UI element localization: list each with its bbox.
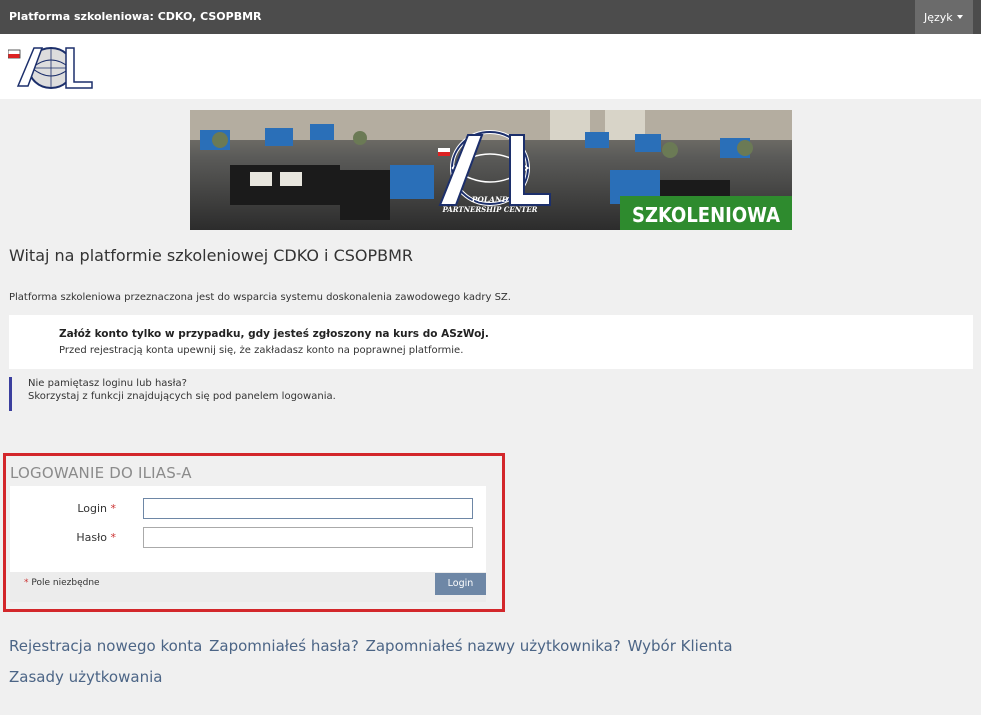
login-button[interactable]: Login [435,573,486,595]
password-label: Hasło * [76,531,116,544]
banner-image: POLAND PARTNERSHIP CENTER SZKOLENIOWA [190,110,792,230]
client-select-link[interactable]: Wybór Klienta [628,637,733,655]
login-heading: LOGOWANIE DO ILIAS-A [10,464,192,482]
welcome-heading: Witaj na platformie szkoleniowej CDKO i … [9,246,414,265]
logo-bar [0,34,981,99]
language-dropdown[interactable]: Język [915,0,973,34]
banner-subtitle-line2: PARTNERSHIP CENTER [442,205,538,214]
login-form: Login * Hasło * [10,486,486,572]
site-title: Platforma szkoleniowa: CDKO, CSOPBMR [9,10,262,23]
hint-line-2: Skorzystaj z funkcji znajdujących się po… [28,391,336,402]
password-input[interactable] [143,527,473,548]
banner-subtitle-line1: POLAND [471,195,509,204]
login-label: Login * [77,502,116,515]
hint-box: Nie pamiętasz loginu lub hasła? Skorzyst… [9,377,509,411]
notice-bold-text: Załóż konto tylko w przypadku, gdy jeste… [59,328,489,340]
notice-box: Załóż konto tylko w przypadku, gdy jeste… [9,315,973,369]
notice-text: Przed rejestracją konta upewnij się, że … [59,345,464,356]
forgot-password-link[interactable]: Zapomniałeś hasła? [209,637,359,655]
account-links: Rejestracja nowego konta Zapomniałeś has… [9,637,735,655]
required-note: * Pole niezbędne [24,578,100,588]
adl-logo-icon[interactable] [8,42,94,92]
top-bar: Platforma szkoleniowa: CDKO, CSOPBMR Jęz… [0,0,981,34]
terms-link[interactable]: Zasady użytkowania [9,668,162,686]
hint-line-1: Nie pamiętasz loginu lub hasła? [28,378,187,389]
banner-label: SZKOLENIOWA [632,203,780,227]
login-row: Login * [10,498,486,520]
forgot-username-link[interactable]: Zapomniałeś nazwy użytkownika? [366,637,621,655]
language-label: Język [924,11,953,24]
register-link[interactable]: Rejestracja nowego konta [9,637,202,655]
login-form-footer: * Pole niezbędne Login [10,572,486,602]
intro-text: Platforma szkoleniowa przeznaczona jest … [9,292,511,303]
login-panel: LOGOWANIE DO ILIAS-A Login * Hasło * * P… [3,453,505,612]
caret-down-icon [956,15,963,19]
password-row: Hasło * [10,527,486,549]
login-input[interactable] [143,498,473,519]
